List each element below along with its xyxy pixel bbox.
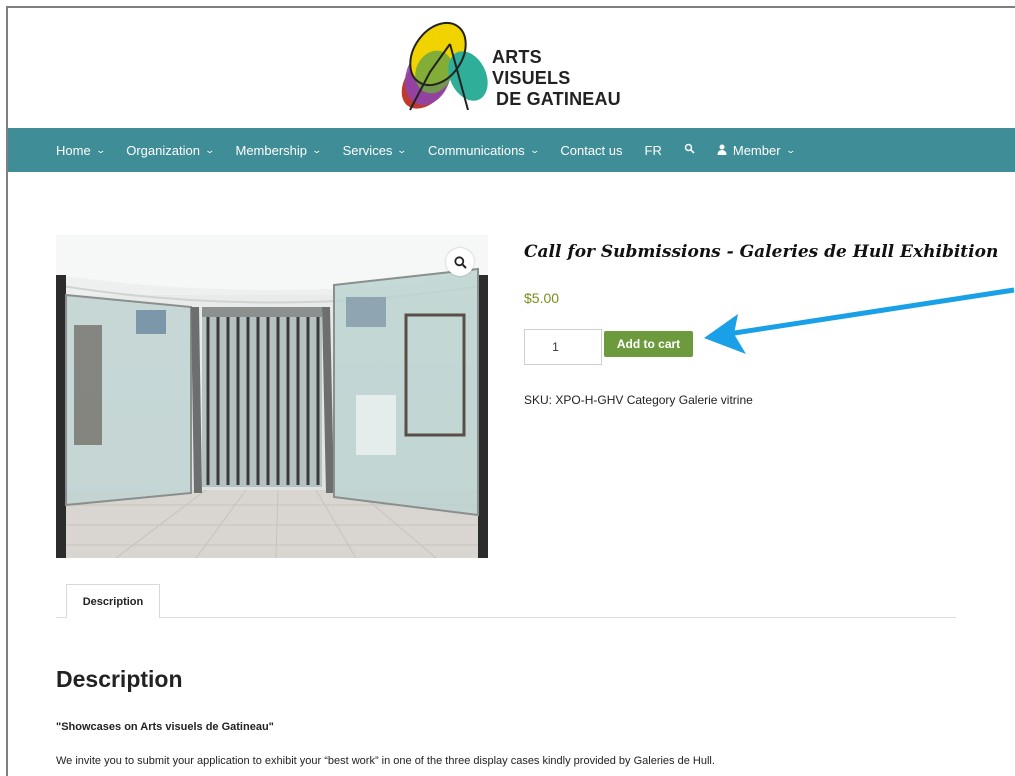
description-heading: Description <box>56 666 183 692</box>
sku-value: XPO-H-GHV <box>555 393 624 407</box>
search-icon[interactable] <box>684 143 695 157</box>
site-logo[interactable]: ARTS VISUELS DE GATINEAU <box>390 14 640 118</box>
nav-label: FR <box>644 142 662 158</box>
logo-line-2: VISUELS <box>492 68 571 88</box>
category-link[interactable]: Galerie vitrine <box>679 393 753 407</box>
chevron-down-icon: ⌄ <box>529 144 540 155</box>
nav-label: Services <box>342 142 393 158</box>
product-price: $5.00 <box>524 290 560 306</box>
logo-line-3: DE GATINEAU <box>496 89 621 109</box>
chevron-down-icon: ⌄ <box>785 144 796 155</box>
zoom-icon <box>453 255 467 269</box>
nav-label: Organization <box>126 142 200 158</box>
chevron-down-icon: ⌄ <box>311 144 323 155</box>
product-meta: SKU: XPO-H-GHV Category Galerie vitrine <box>524 393 753 407</box>
nav-item-organization[interactable]: Organization ⌄ <box>126 142 216 158</box>
category-label: Category <box>626 393 676 407</box>
browser-viewport: ARTS VISUELS DE GATINEAU Home ⌄ Organiza… <box>6 6 1015 776</box>
nav-item-membership[interactable]: Membership ⌄ <box>235 142 323 158</box>
tabs-divider <box>56 617 956 618</box>
nav-label: Home <box>56 142 91 158</box>
nav-item-services[interactable]: Services ⌄ <box>342 142 408 158</box>
description-body: We invite you to submit your application… <box>56 755 715 767</box>
logo-text: ARTS VISUELS DE GATINEAU <box>492 47 621 110</box>
tab-description[interactable]: Description <box>66 584 160 618</box>
logo-mark-icon <box>401 21 488 111</box>
product-image[interactable] <box>56 235 488 558</box>
nav-item-language[interactable]: FR <box>645 143 662 158</box>
nav-label: Membership <box>235 142 308 158</box>
nav-item-communications[interactable]: Communications ⌄ <box>427 142 540 158</box>
nav-label: Contact us <box>560 142 623 158</box>
sku-label: SKU: <box>524 393 553 407</box>
site-header: ARTS VISUELS DE GATINEAU <box>8 8 1015 128</box>
main-navigation: Home ⌄ Organization ⌄ Membership ⌄ Servi… <box>8 128 1015 172</box>
nav-label: Member <box>732 142 781 158</box>
zoom-button[interactable] <box>446 248 474 276</box>
product-title: Call for Submissions - Galeries de Hull … <box>524 242 999 262</box>
logo-line-1: ARTS <box>492 47 542 67</box>
quantity-input[interactable] <box>524 329 602 365</box>
nav-item-member[interactable]: Member ⌄ <box>717 142 796 158</box>
nav-item-home[interactable]: Home ⌄ <box>56 142 106 158</box>
annotation-arrow-icon <box>704 287 1015 354</box>
product-photo <box>56 235 488 558</box>
chevron-down-icon: ⌄ <box>396 144 408 155</box>
user-icon <box>717 143 727 158</box>
description-subtitle: "Showcases on Arts visuels de Gatineau" <box>56 721 274 733</box>
nav-label: Communications <box>427 142 525 158</box>
add-to-cart-button[interactable]: Add to cart <box>604 331 693 357</box>
chevron-down-icon: ⌄ <box>204 144 216 155</box>
nav-item-contact[interactable]: Contact us <box>560 143 622 158</box>
chevron-down-icon: ⌄ <box>95 144 106 155</box>
